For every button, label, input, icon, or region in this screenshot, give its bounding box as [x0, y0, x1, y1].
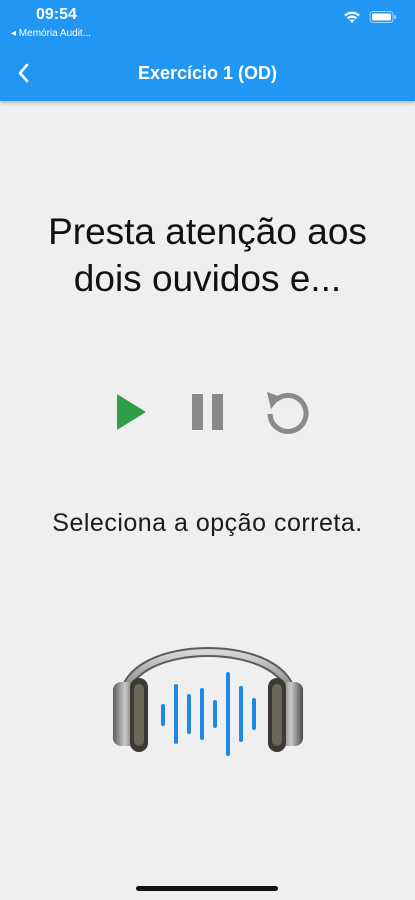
page-title: Exercício 1 (OD)	[137, 63, 278, 83]
headphones-soundwave-icon	[113, 647, 303, 756]
play-icon[interactable]	[114, 392, 148, 432]
battery-icon	[369, 11, 396, 23]
status-icons	[343, 10, 397, 24]
status-back-to-app[interactable]: ◂ Memória Audit...	[11, 28, 91, 39]
select-option-text: Seleciona a opção correta.	[52, 509, 363, 537]
instruction-text: Presta atenção aos dois ouvidos e...	[48, 211, 367, 299]
home-indicator[interactable]	[136, 886, 278, 891]
status-time: 09:54	[36, 6, 77, 23]
audio-controls	[0, 388, 415, 436]
pause-icon[interactable]	[190, 392, 226, 432]
wifi-icon	[344, 11, 360, 23]
replay-icon[interactable]	[262, 388, 314, 440]
app-bar: 09:54 ◂ Memória Audit... Exercício 1 (OD…	[0, 0, 415, 101]
